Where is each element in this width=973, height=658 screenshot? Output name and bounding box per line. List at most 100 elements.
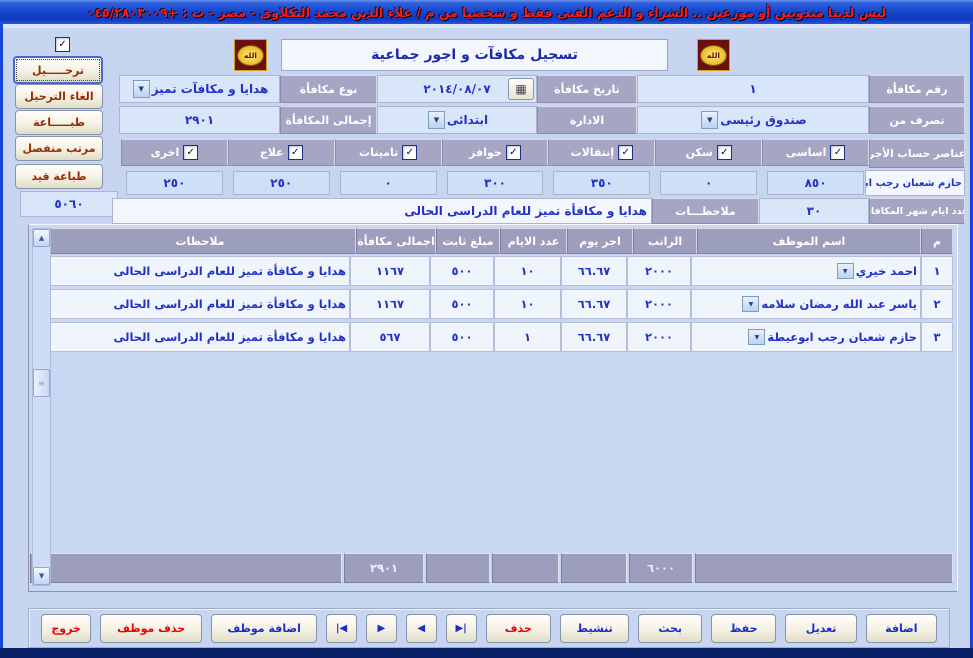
row-name-combo[interactable]: ياسر عبد الله رمضان سلامه ▼: [691, 289, 921, 319]
transfer-button[interactable]: ترحـــــيل: [13, 56, 103, 84]
nav-first-button[interactable]: |◀: [326, 614, 357, 643]
separate-salary-button[interactable]: مرتب منفصل: [15, 136, 103, 161]
table-row[interactable]: ٢ ياسر عبد الله رمضان سلامه ▼ ٢٠٠٠ ٦٦.٦٧…: [50, 289, 953, 319]
add-button[interactable]: اضافة: [866, 614, 937, 643]
incentives-checkbox[interactable]: ✓: [506, 145, 521, 160]
row-num: ٣: [921, 322, 953, 352]
transport-checkbox[interactable]: ✓: [618, 145, 633, 160]
transfer-checkbox[interactable]: ✓: [55, 37, 70, 52]
delete-button[interactable]: حذف: [486, 614, 552, 643]
reward-number-field[interactable]: ١: [637, 75, 869, 103]
chevron-down-icon[interactable]: ▼: [133, 80, 150, 98]
other-checkbox[interactable]: ✓: [183, 145, 198, 160]
check-icon: ✓: [622, 147, 630, 158]
disbursed-from-combo[interactable]: صندوق رئيسى ▼: [637, 106, 869, 134]
row-days: ١: [494, 322, 561, 352]
chevron-down-icon[interactable]: ▼: [748, 329, 765, 345]
row-name-combo[interactable]: حازم شعبان رجب ابوعيطة ▼: [691, 322, 921, 352]
row-daywage: ٦٦.٦٧: [561, 289, 627, 319]
chevron-down-icon[interactable]: ▼: [428, 111, 445, 129]
summary-empty: [492, 553, 559, 583]
window-titlebar[interactable]: ليس لدينا مندوبين أو موزعين .. الشراء و …: [0, 0, 973, 24]
administration-value: ابتدائى: [447, 113, 488, 127]
row-daywage: ٦٦.٦٧: [561, 256, 627, 286]
nav-last-button[interactable]: ▶|: [446, 614, 477, 643]
administration-combo[interactable]: ابتدائى ▼: [377, 106, 537, 134]
header-fixed: مبلغ ثابت: [436, 228, 500, 254]
table-row[interactable]: ١ احمد خيري ▼ ٢٠٠٠ ٦٦.٦٧ ١٠ ٥٠٠ ١١٦٧ هدا…: [50, 256, 953, 286]
scroll-up-icon[interactable]: ▲: [33, 229, 50, 247]
row-notes: هدايا و مكافأة تميز للعام الدراسى الحالى: [32, 289, 350, 319]
reward-type-combo[interactable]: هدايا و مكافآت تميز ▼: [119, 75, 280, 103]
scroll-down-icon[interactable]: ▼: [33, 567, 50, 585]
header-salary: الراتب: [633, 228, 697, 254]
summary-salary-total: ٦٠٠٠: [629, 553, 693, 583]
row-num: ١: [921, 256, 953, 286]
save-button[interactable]: حفظ: [711, 614, 777, 643]
wage-element-label: تامينات: [359, 146, 398, 159]
cancel-transfer-button[interactable]: الغاء الترحيل: [15, 84, 103, 109]
nav-prev-button[interactable]: ◀: [406, 614, 437, 643]
row-name-combo[interactable]: احمد خيري ▼: [691, 256, 921, 286]
print-entry-button[interactable]: طباعة قيد: [15, 164, 103, 189]
chevron-down-icon[interactable]: ▼: [701, 111, 718, 129]
table-scrollbar[interactable]: ▲ ≡ ▼: [32, 228, 51, 586]
housing-checkbox[interactable]: ✓: [717, 145, 732, 160]
wage-element-transport: ✓ إنتقالات: [548, 139, 655, 166]
administration-label: الادارة: [537, 106, 637, 134]
check-icon: ✓: [509, 147, 517, 158]
scrollbar-thumb[interactable]: ≡: [33, 369, 50, 397]
wage-value-insurance[interactable]: ٠: [340, 171, 437, 195]
row-salary: ٢٠٠٠: [627, 322, 691, 352]
allah-logo-left: الله: [697, 39, 730, 71]
chevron-down-icon[interactable]: ▼: [837, 263, 854, 279]
wage-value-incentives[interactable]: ٣٠٠: [447, 171, 544, 195]
wage-element-label: إنتقالات: [571, 146, 615, 159]
wage-value-basic[interactable]: ٨٥٠: [767, 171, 864, 195]
total-reward-label: إجمالى المكافأة: [280, 106, 377, 134]
row-total: ٥٦٧: [350, 322, 430, 352]
wage-value-transport[interactable]: ٣٥٠: [553, 171, 650, 195]
print-button[interactable]: طبـــــاعة: [15, 110, 103, 135]
allah-logo-right: الله: [234, 39, 267, 71]
insurance-checkbox[interactable]: ✓: [402, 145, 417, 160]
table-row[interactable]: ٣ حازم شعبان رجب ابوعيطة ▼ ٢٠٠٠ ٦٦.٦٧ ١ …: [50, 322, 953, 352]
basic-checkbox[interactable]: ✓: [830, 145, 845, 160]
search-button[interactable]: بحث: [638, 614, 702, 643]
row-salary: ٢٠٠٠: [627, 256, 691, 286]
row-daywage: ٦٦.٦٧: [561, 322, 627, 352]
treatment-checkbox[interactable]: ✓: [288, 145, 303, 160]
row-notes: هدايا و مكافأة تميز للعام الدراسى الحالى: [32, 322, 350, 352]
reward-type-label: نوع مكافأة: [280, 75, 377, 103]
activate-button[interactable]: تنشيط: [560, 614, 629, 643]
window-border-bottom: [0, 648, 973, 658]
add-employee-button[interactable]: اضافة موظف: [211, 614, 317, 643]
notes-field[interactable]: هدايا و مكافأة تميز للعام الدراسى الحالى: [112, 198, 652, 224]
wage-element-basic: ✓اساسى: [762, 139, 869, 166]
exit-button[interactable]: خروج: [41, 614, 91, 643]
chevron-down-icon[interactable]: ▼: [742, 296, 759, 312]
header-notes: ملاحظات: [44, 228, 356, 254]
app-window: ليس لدينا مندوبين أو موزعين .. الشراء و …: [0, 0, 973, 658]
wage-value-housing[interactable]: ٠: [660, 171, 757, 195]
notes-label: ملاحظـــات: [652, 198, 759, 224]
delete-employee-button[interactable]: حذف موظف: [100, 614, 202, 643]
wage-value-treatment[interactable]: ٢٥٠: [233, 171, 330, 195]
reward-date-label: تاريخ مكافأة: [537, 75, 637, 103]
wage-element-label: حوافز: [469, 146, 502, 159]
calendar-icon[interactable]: ▦: [508, 78, 534, 100]
wage-value-other[interactable]: ٢٥٠: [126, 171, 223, 195]
nav-next-button[interactable]: ▶: [366, 614, 397, 643]
reward-date-value: ٢٠١٤/٠٨/٠٧: [423, 82, 490, 96]
row-fixed: ٥٠٠: [430, 256, 494, 286]
window-border-left: [0, 24, 3, 648]
row-num: ٢: [921, 289, 953, 319]
reward-date-field[interactable]: ٢٠١٤/٠٨/٠٧ ▦: [377, 75, 537, 103]
row-name: حازم شعبان رجب ابوعيطة: [767, 330, 917, 344]
reward-type-value: هدايا و مكافآت تميز: [152, 82, 269, 96]
days-count-field[interactable]: ٣٠: [759, 198, 869, 224]
edit-button[interactable]: تعديل: [785, 614, 856, 643]
wage-element-treatment: ✓علاج: [228, 139, 335, 166]
check-icon: ✓: [58, 39, 66, 50]
wage-elements-label: عناصر حساب الأجر: [869, 139, 965, 168]
